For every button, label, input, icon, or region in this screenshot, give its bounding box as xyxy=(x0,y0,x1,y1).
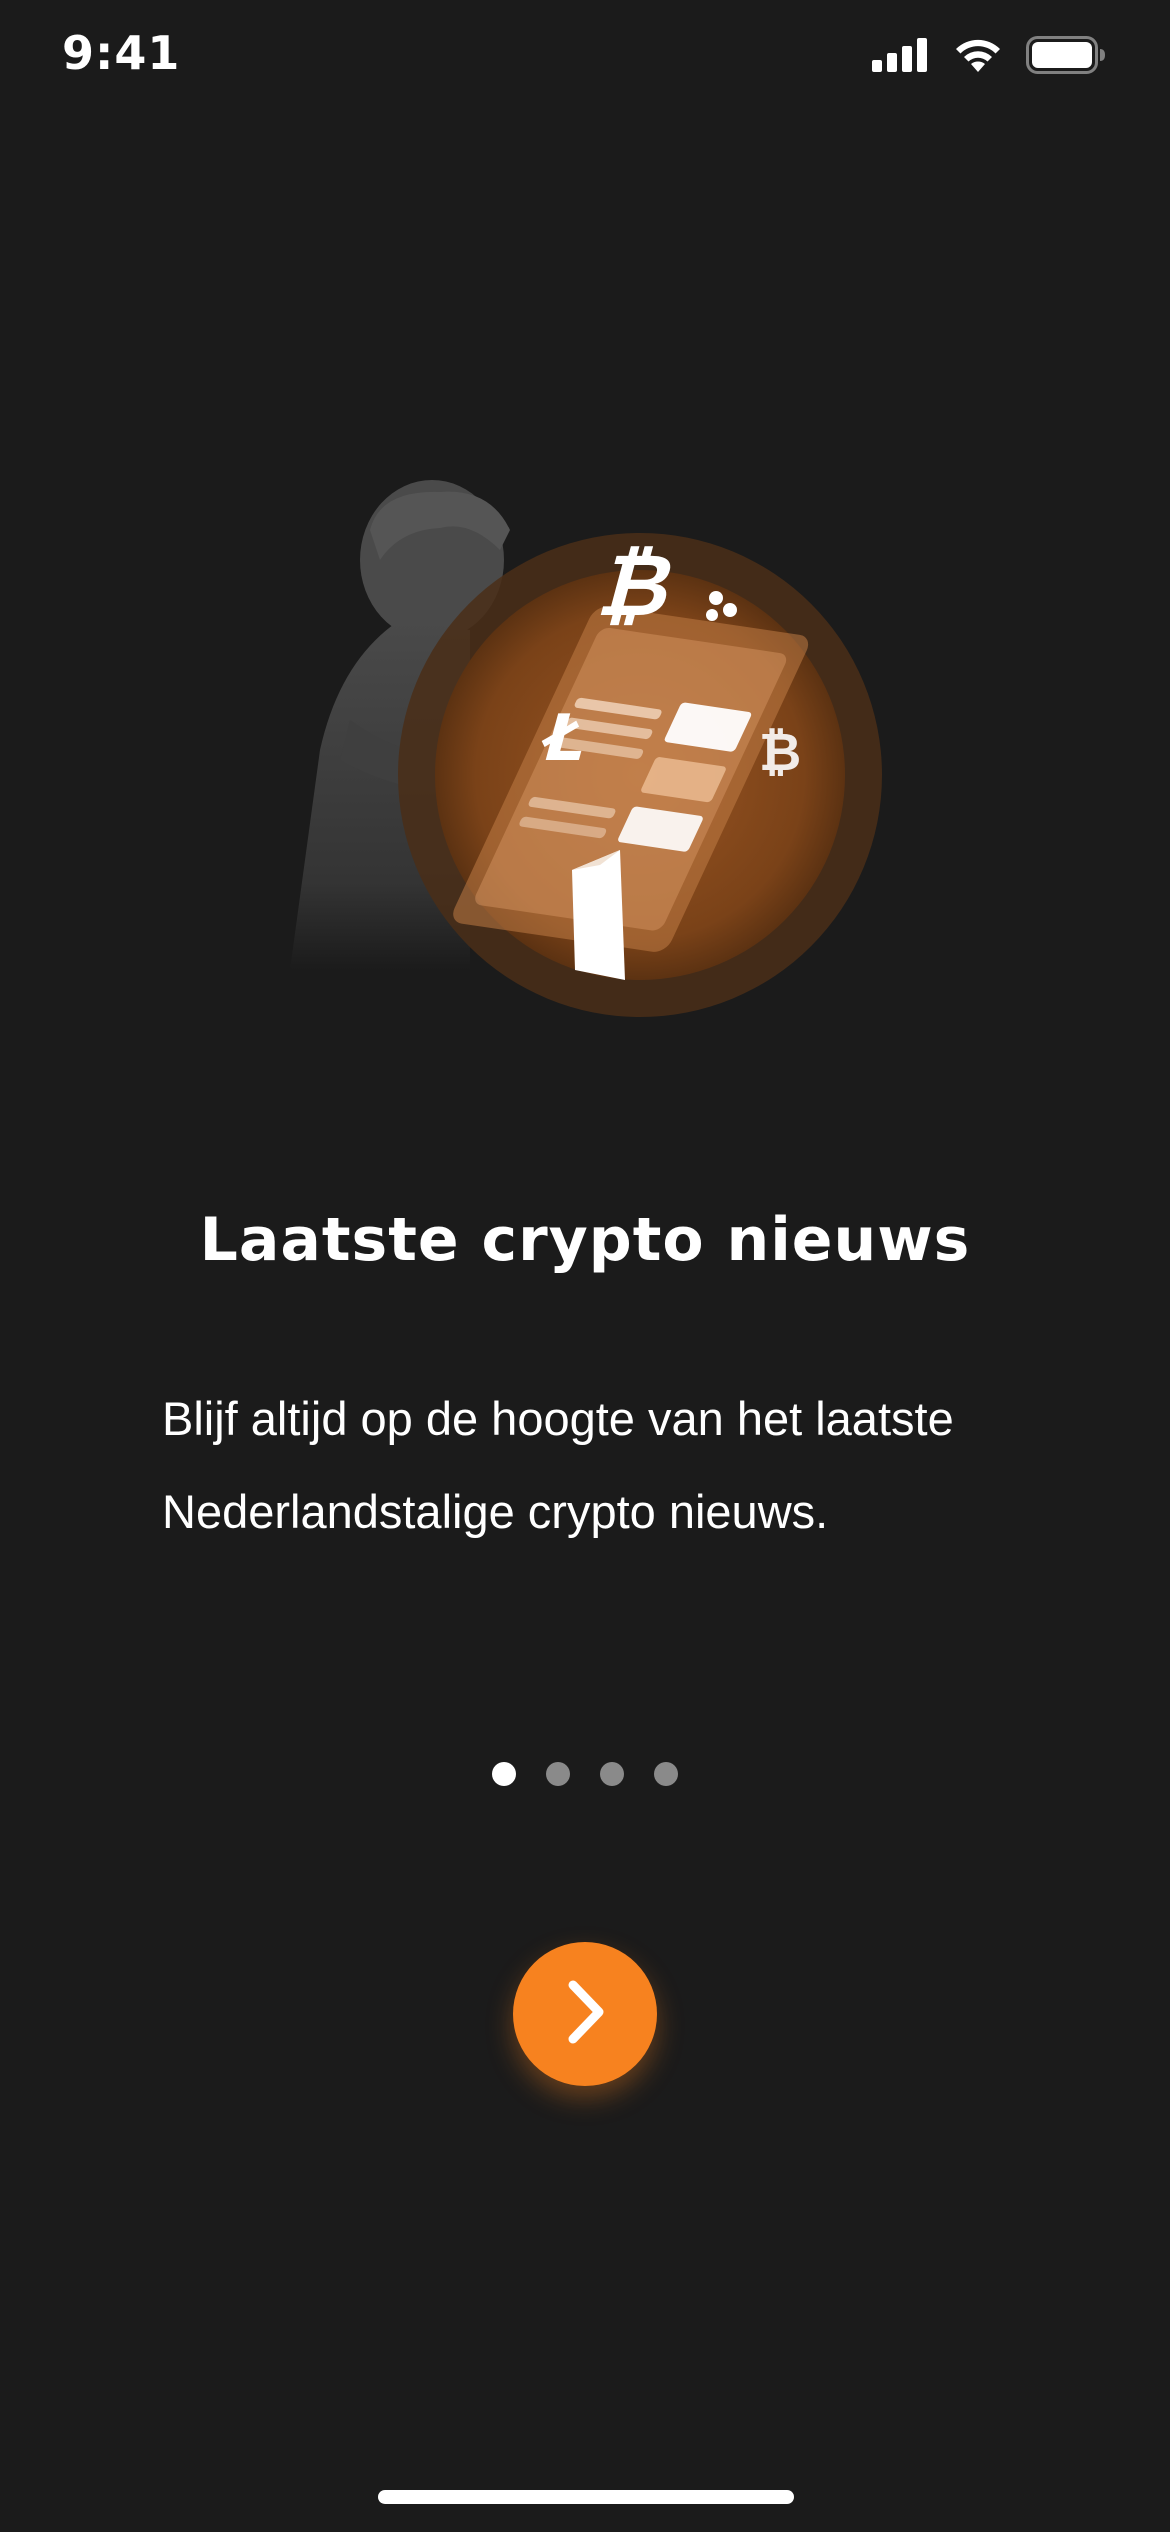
home-indicator[interactable] xyxy=(378,2490,794,2504)
status-icons xyxy=(872,36,1106,79)
chevron-right-icon xyxy=(555,1977,615,2052)
ethereum-icon xyxy=(572,850,625,980)
page-title: Laatste crypto nieuws xyxy=(199,1205,971,1275)
bitcoin-small-icon: ₿ xyxy=(759,723,801,783)
pager-dot-4[interactable] xyxy=(654,1762,678,1786)
svg-text:₿: ₿ xyxy=(759,723,801,783)
next-button[interactable] xyxy=(513,1942,657,2086)
status-bar: 9:41 xyxy=(0,0,1170,110)
pager-dots xyxy=(0,1762,1170,1786)
pager-dot-2[interactable] xyxy=(546,1762,570,1786)
pager-dot-3[interactable] xyxy=(600,1762,624,1786)
cellular-signal-icon xyxy=(872,38,930,77)
battery-icon xyxy=(1026,36,1106,79)
crypto-news-illustration: ₿ Ł ₿ xyxy=(0,470,1170,1030)
page-description: Blijf altijd op de hoogte van het laatst… xyxy=(162,1392,954,1538)
status-time: 9:41 xyxy=(62,26,181,80)
wifi-icon xyxy=(952,36,1004,79)
pager-dot-1[interactable] xyxy=(492,1762,516,1786)
